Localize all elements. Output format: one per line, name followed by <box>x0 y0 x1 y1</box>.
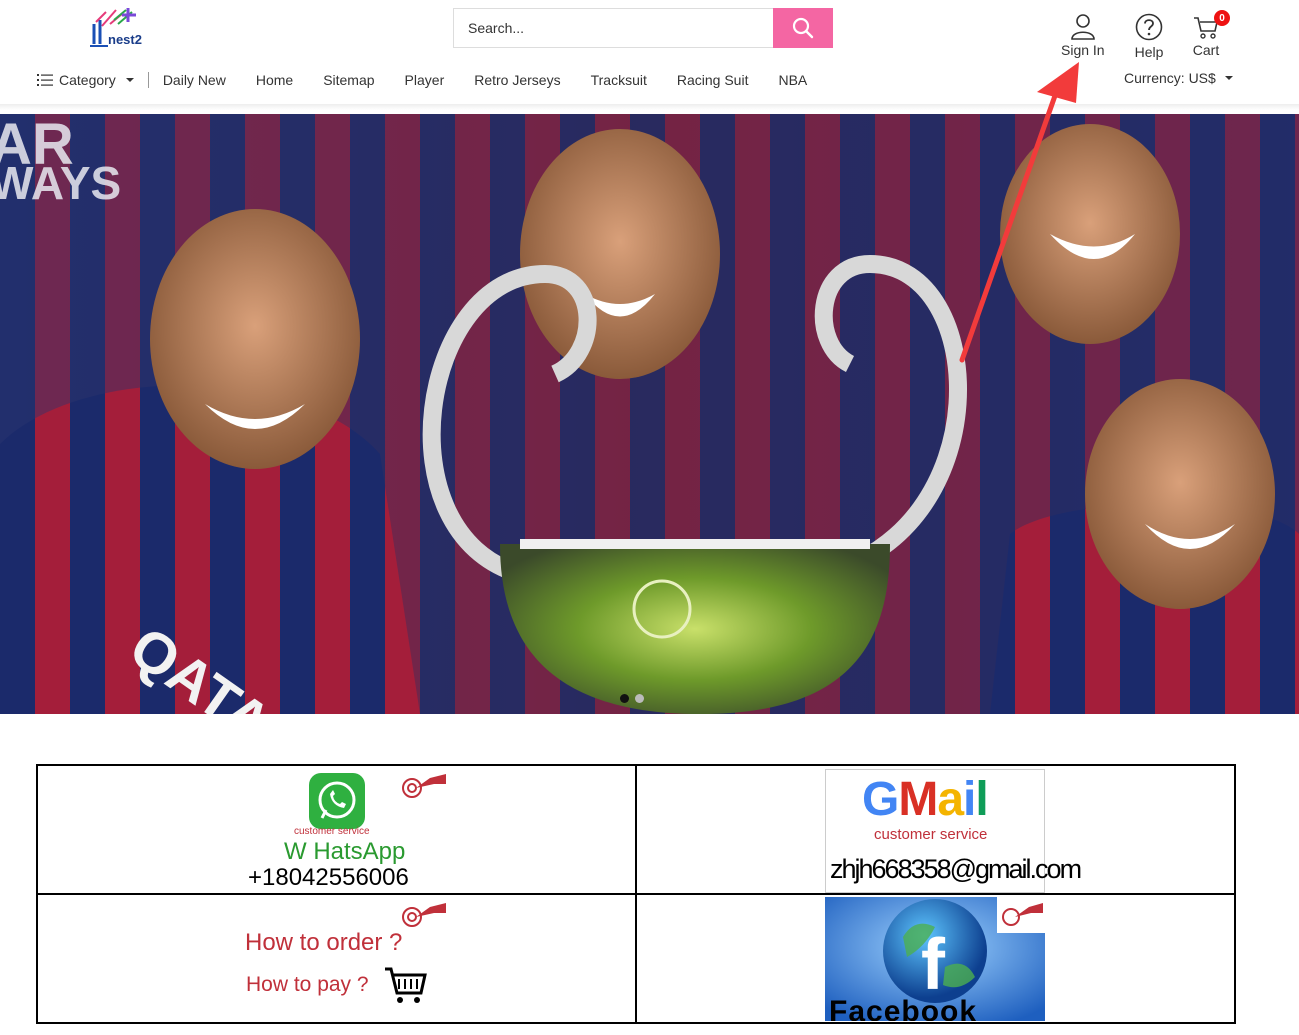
tap-icon <box>402 774 446 798</box>
whatsapp-icon <box>309 773 365 829</box>
how-to-order-link[interactable]: How to order ? <box>245 929 402 957</box>
cart-link[interactable]: 0 Cart <box>1192 10 1230 58</box>
nav-link-nba[interactable]: NBA <box>778 72 807 88</box>
svg-text:WAYS: WAYS <box>0 157 121 209</box>
whatsapp-cell[interactable]: customer service W HatsApp +18042556006 <box>36 764 637 895</box>
carousel-dot-1[interactable] <box>620 694 629 703</box>
sign-in-link[interactable]: Sign In <box>1061 12 1105 58</box>
cart-count-badge: 0 <box>1214 10 1230 26</box>
search-input[interactable] <box>453 8 773 48</box>
facebook-card: f Facebook <box>825 897 1045 1021</box>
chevron-down-icon <box>1224 76 1233 80</box>
nav-link-racing-suit[interactable]: Racing Suit <box>677 72 749 88</box>
tap-icon <box>402 903 446 927</box>
how-to-pay-link[interactable]: How to pay ? <box>246 973 369 997</box>
main-nav: Category Daily New Home Sitemap Player R… <box>37 70 837 90</box>
shopping-cart-icon <box>385 967 427 1003</box>
search-button[interactable] <box>773 8 833 48</box>
sign-in-label: Sign In <box>1061 42 1105 58</box>
nav-divider <box>147 72 149 88</box>
hero-banner[interactable]: AR WAYS QATAR <box>0 114 1299 714</box>
site-logo[interactable]: nest2 <box>88 6 152 54</box>
nav-link-daily-new[interactable]: Daily New <box>163 72 226 88</box>
user-icon <box>1070 14 1095 40</box>
carousel-dot-2[interactable] <box>635 694 644 703</box>
svg-text:f: f <box>921 925 946 1005</box>
whatsapp-label: W HatsApp <box>284 838 406 865</box>
gmail-logo: GMail <box>862 773 989 826</box>
help-icon <box>1135 13 1163 41</box>
nav-link-tracksuit[interactable]: Tracksuit <box>591 72 647 88</box>
currency-selector[interactable]: Currency: US$ <box>1124 70 1233 86</box>
search-bar <box>453 8 833 48</box>
nav-link-player[interactable]: Player <box>405 72 445 88</box>
category-menu[interactable]: Category <box>37 72 134 88</box>
whatsapp-caption: customer service <box>294 826 370 837</box>
search-icon <box>792 17 814 39</box>
whatsapp-phone: +18042556006 <box>248 864 409 891</box>
list-icon <box>37 74 53 86</box>
facebook-cell[interactable]: f Facebook <box>635 893 1236 1024</box>
chevron-down-icon <box>125 78 134 82</box>
gmail-caption: customer service <box>874 826 988 843</box>
nav-link-home[interactable]: Home <box>256 72 293 88</box>
order-cell[interactable]: How to order ? How to pay ? <box>36 893 637 1024</box>
facebook-label: Facebook <box>829 995 978 1021</box>
help-label: Help <box>1134 44 1164 60</box>
header-divider <box>0 104 1299 110</box>
logo-text: nest2 <box>108 32 142 47</box>
nav-link-retro-jerseys[interactable]: Retro Jerseys <box>474 72 560 88</box>
carousel-dots <box>620 694 644 703</box>
category-label: Category <box>59 72 116 88</box>
currency-label: Currency: US$ <box>1124 70 1216 86</box>
gmail-card: GMail customer service zhjh668358@gmail.… <box>825 769 1082 893</box>
hero-banner-image: AR WAYS QATAR <box>0 114 1299 714</box>
gmail-address: zhjh668358@gmail.com <box>830 854 1082 884</box>
cart-label: Cart <box>1192 42 1220 58</box>
nav-link-sitemap[interactable]: Sitemap <box>323 72 374 88</box>
help-link[interactable]: Help <box>1134 12 1164 60</box>
gmail-cell[interactable]: GMail customer service zhjh668358@gmail.… <box>635 764 1236 895</box>
contact-table: customer service W HatsApp +18042556006 … <box>36 764 1236 1024</box>
